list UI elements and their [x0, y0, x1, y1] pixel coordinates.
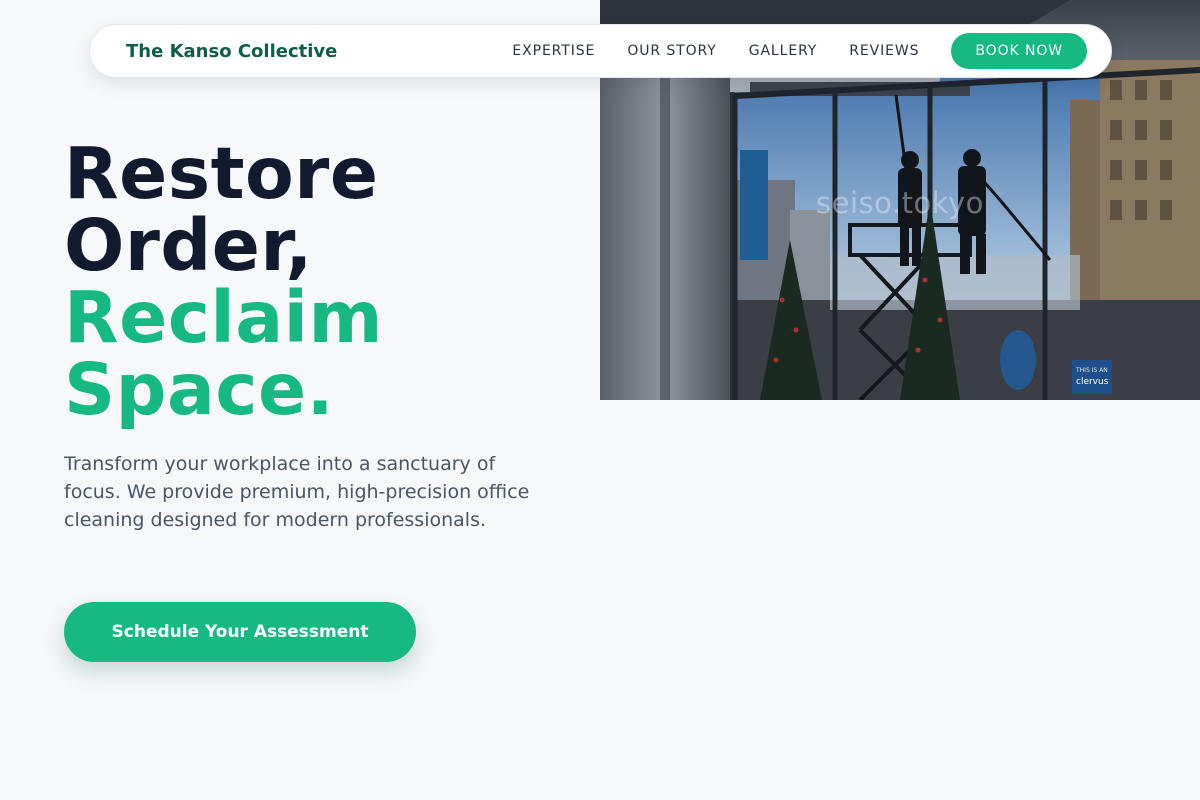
brand-logo[interactable]: The Kanso Collective	[126, 41, 337, 62]
hero-headline: Restore Order, Reclaim Space.	[64, 138, 383, 426]
nav-links: EXPERTISE OUR STORY GALLERY REVIEWS BOOK…	[512, 33, 1087, 69]
hero-subtext: Transform your workplace into a sanctuar…	[64, 453, 530, 531]
nav-link-our-story[interactable]: OUR STORY	[627, 43, 716, 59]
nav-link-expertise[interactable]: EXPERTISE	[512, 43, 595, 59]
image-watermark: seiso.tokyo	[816, 186, 984, 220]
sign-text-top: THIS IS AN	[1075, 367, 1108, 374]
headline-line-order: Order,	[64, 204, 313, 287]
nav-link-reviews[interactable]: REVIEWS	[849, 43, 919, 59]
headline-line-reclaim: Reclaim	[64, 276, 383, 359]
sign-text-brand: clervus	[1076, 377, 1109, 387]
headline-line-space: Space.	[64, 348, 335, 431]
top-nav: The Kanso Collective EXPERTISE OUR STORY…	[89, 24, 1112, 78]
schedule-assessment-button[interactable]: Schedule Your Assessment	[64, 602, 416, 662]
book-now-button[interactable]: BOOK NOW	[951, 33, 1087, 69]
nav-link-gallery[interactable]: GALLERY	[749, 43, 818, 59]
headline-line-restore: Restore	[64, 132, 379, 215]
